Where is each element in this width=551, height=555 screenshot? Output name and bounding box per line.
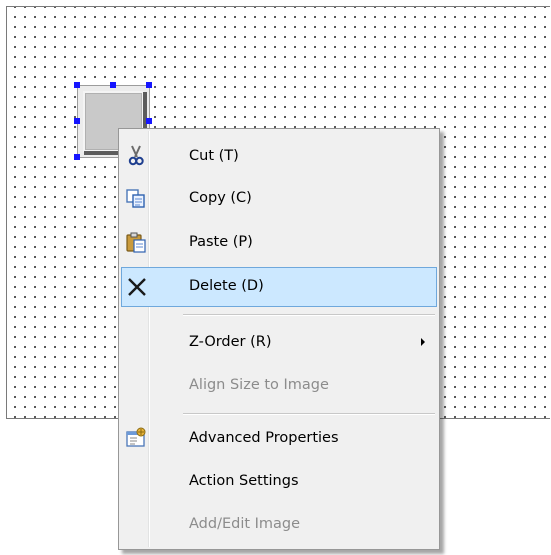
menu-item-label: Action Settings xyxy=(189,473,299,489)
resize-handle-top-left[interactable] xyxy=(74,82,80,88)
menu-item-label: Delete (D) xyxy=(189,278,264,294)
menu-item-label: Paste (P) xyxy=(189,234,253,250)
menu-item-label: Copy (C) xyxy=(189,190,252,206)
resize-handle-top-middle[interactable] xyxy=(110,82,116,88)
resize-handle-middle-left[interactable] xyxy=(74,118,80,124)
scissors-icon xyxy=(125,145,147,167)
menu-item-delete[interactable]: Delete (D) xyxy=(121,267,437,307)
delete-x-icon xyxy=(126,276,148,298)
resize-handle-bottom-left[interactable] xyxy=(74,154,80,160)
menu-item-z-order[interactable]: Z-Order (R) xyxy=(121,323,437,363)
submenu-arrow-icon xyxy=(421,338,425,346)
menu-item-label: Z-Order (R) xyxy=(189,334,272,350)
paste-icon xyxy=(125,231,147,253)
properties-icon xyxy=(125,427,147,449)
menu-item-label: Align Size to Image xyxy=(189,377,329,393)
menu-item-cut[interactable]: Cut (T) xyxy=(121,137,437,177)
menu-item-align-size-to-image[interactable]: Align Size to Image xyxy=(121,366,437,406)
menu-item-label: Cut (T) xyxy=(189,148,239,164)
copy-icon xyxy=(125,187,147,209)
resize-handle-top-right[interactable] xyxy=(146,82,152,88)
menu-item-copy[interactable]: Copy (C) xyxy=(121,179,437,219)
context-menu: Cut (T) Copy (C) Paste (P) Delete (D) Z-… xyxy=(118,128,440,550)
menu-item-paste[interactable]: Paste (P) xyxy=(121,223,437,263)
menu-item-advanced-properties[interactable]: Advanced Properties xyxy=(121,419,437,459)
menu-separator xyxy=(183,314,435,316)
menu-item-label: Add/Edit Image xyxy=(189,516,301,532)
menu-separator xyxy=(183,413,435,415)
menu-item-add-edit-image[interactable]: Add/Edit Image xyxy=(121,505,437,545)
resize-handle-middle-right[interactable] xyxy=(146,118,152,124)
menu-item-label: Advanced Properties xyxy=(189,430,339,446)
menu-item-action-settings[interactable]: Action Settings xyxy=(121,462,437,502)
